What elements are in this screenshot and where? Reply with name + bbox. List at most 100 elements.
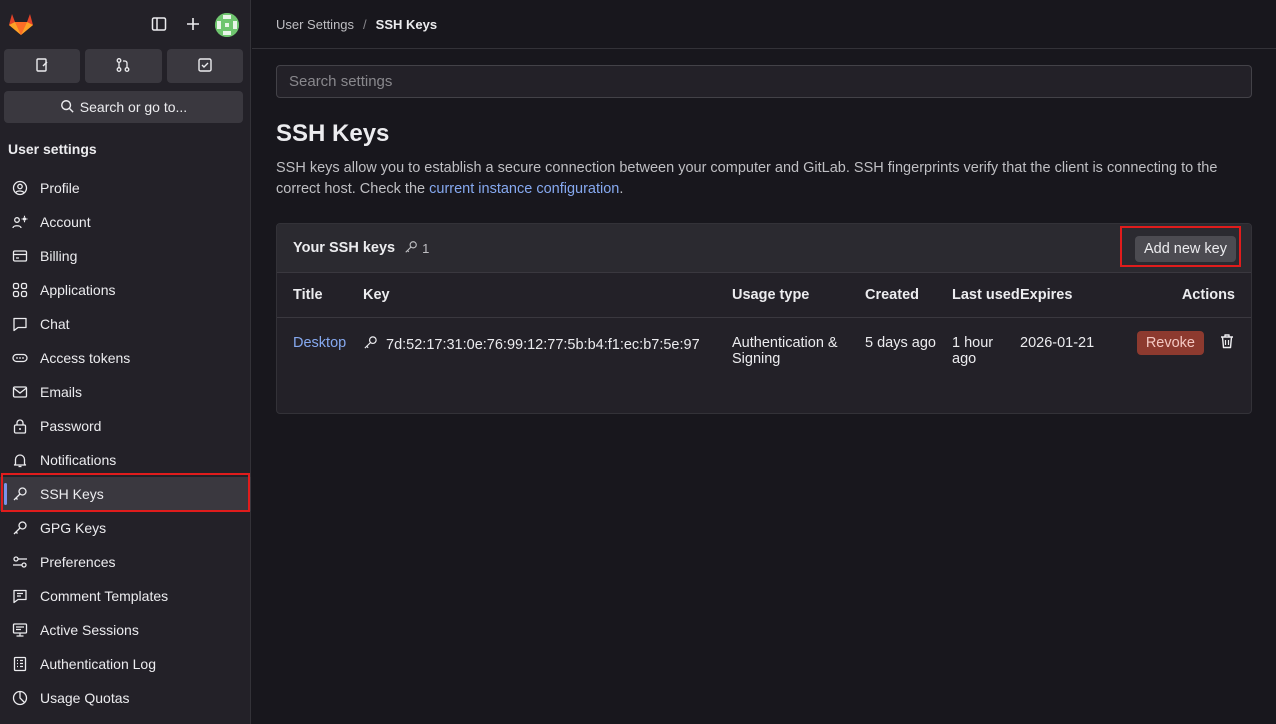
plus-icon[interactable] (183, 14, 203, 34)
sidebar-item-usage-quotas[interactable]: Usage Quotas (0, 681, 251, 715)
sidebar-item-label: Profile (40, 180, 80, 196)
search-settings-input[interactable]: Search settings (276, 65, 1252, 98)
sidebar-item-authentication-log[interactable]: Authentication Log (0, 647, 251, 681)
sidebar-item-ssh-keys[interactable]: SSH Keys (0, 477, 251, 511)
key-last-used: 1 hour ago (952, 335, 994, 367)
page-title: SSH Keys (276, 120, 390, 147)
sidebar-item-comment-templates[interactable]: Comment Templates (0, 579, 251, 613)
key-count: 1 (404, 240, 429, 257)
sidebar-item-preferences[interactable]: Preferences (0, 545, 251, 579)
key-actions: Revoke (1111, 318, 1251, 381)
quota-icon (12, 690, 28, 706)
key-icon (12, 486, 28, 502)
page-description: SSH keys allow you to establish a secure… (276, 158, 1261, 200)
monitor-icon (12, 622, 28, 638)
billing-icon (12, 248, 28, 264)
key-created: 5 days ago (865, 335, 936, 351)
column-header-usage-type: Usage type (732, 273, 865, 318)
key-expires: 2026-01-21 (1020, 335, 1095, 351)
sidebar-item-applications[interactable]: Applications (0, 273, 251, 307)
column-header-created: Created (865, 273, 952, 318)
key-title-link[interactable]: Desktop (293, 335, 346, 351)
column-header-key: Key (363, 273, 732, 318)
avatar[interactable] (215, 13, 239, 37)
sidebar-item-label: Emails (40, 384, 83, 400)
sidebar-item-label: SSH Keys (40, 486, 104, 502)
key-fingerprint: 7d:52:17:31:0e:76:99:12:77:5b:b4:f1:ec:b… (386, 336, 700, 353)
email-icon (12, 384, 28, 400)
sidebar-item-label: Active Sessions (40, 622, 139, 638)
issues-icon (34, 57, 50, 76)
key-title: Desktop (277, 318, 363, 381)
token-icon (12, 350, 28, 366)
sidebar-item-password[interactable]: Password (0, 409, 251, 443)
sidebar-item-billing[interactable]: Billing (0, 239, 251, 273)
key-icon (363, 335, 378, 354)
breadcrumb-user-settings[interactable]: User Settings (276, 17, 354, 32)
sidebar-item-chat[interactable]: Chat (0, 307, 251, 341)
column-header-expires: Expires (1020, 273, 1111, 318)
sidebar-item-label: Notifications (40, 452, 117, 468)
account-icon (12, 214, 28, 230)
sidebar-item-active-sessions[interactable]: Active Sessions (0, 613, 251, 647)
sidebar-item-label: Access tokens (40, 350, 131, 366)
revoke-button[interactable]: Revoke (1136, 331, 1204, 355)
sidebar-item-label: Usage Quotas (40, 690, 130, 706)
toggle-sidebar-icon[interactable] (149, 14, 169, 34)
sidebar-item-access-tokens[interactable]: Access tokens (0, 341, 251, 375)
log-icon (12, 656, 28, 672)
sidebar-item-notifications[interactable]: Notifications (0, 443, 251, 477)
sidebar-item-label: Chat (40, 316, 70, 332)
instance-configuration-link[interactable]: current instance configuration (429, 181, 619, 197)
sidebar-section-title: User settings (8, 141, 97, 157)
issues-button[interactable] (4, 49, 81, 83)
card-header: Your SSH keys 1 Add new key (277, 224, 1251, 273)
search-or-go-button[interactable]: Search or go to... (4, 91, 243, 123)
column-header-actions: Actions (1111, 273, 1251, 318)
chat-icon (12, 316, 28, 332)
breadcrumb-current[interactable]: SSH Keys (376, 17, 437, 32)
sidebar-item-label: Billing (40, 248, 78, 264)
sidebar-item-emails[interactable]: Emails (0, 375, 251, 409)
table-header-row: Title Key Usage type Created Last used E… (277, 273, 1251, 318)
card-title: Your SSH keys (293, 240, 396, 256)
sidebar-item-label: GPG Keys (40, 520, 107, 536)
bell-icon (12, 452, 28, 468)
sidebar-item-label: Comment Templates (40, 588, 169, 604)
key-fingerprint-cell: 7d:52:17:31:0e:76:99:12:77:5b:b4:f1:ec:b… (363, 318, 732, 381)
search-icon (60, 99, 74, 116)
description-end: . (619, 181, 624, 197)
sidebar-item-gpg-keys[interactable]: GPG Keys (0, 511, 251, 545)
breadcrumb-separator: / (363, 16, 367, 32)
sidebar-item-label: Applications (40, 282, 116, 298)
breadcrumb: User Settings / SSH Keys (252, 0, 1276, 49)
key-count-value: 1 (422, 240, 430, 256)
sidebar-nav: Profile Account Billing Applications Cha… (0, 171, 251, 715)
add-new-key-button[interactable]: Add new key (1134, 236, 1236, 262)
merge-requests-button[interactable] (85, 49, 162, 83)
applications-icon (12, 282, 28, 298)
comment-icon (12, 588, 28, 604)
ssh-keys-table: Title Key Usage type Created Last used E… (277, 273, 1251, 380)
gitlab-logo-icon[interactable] (8, 12, 34, 36)
sidebar-item-profile[interactable]: Profile (0, 171, 251, 205)
sidebar-item-label: Password (40, 418, 102, 434)
sidebar-item-label: Preferences (40, 554, 116, 570)
sidebar-item-account[interactable]: Account (0, 205, 251, 239)
sidebar-item-label: Authentication Log (40, 656, 156, 672)
sidebar: Search or go to... User settings Profile… (0, 0, 251, 724)
key-icon (404, 240, 418, 257)
key-icon (12, 520, 28, 536)
todos-button[interactable] (166, 49, 243, 83)
ssh-keys-card: Your SSH keys 1 Add new key Title Key Us… (276, 223, 1252, 414)
quick-actions (4, 49, 243, 83)
merge-request-icon (115, 57, 131, 76)
trash-icon[interactable] (1219, 333, 1235, 353)
todo-icon (197, 57, 213, 76)
table-row: Desktop 7d:52:17:31:0e:76:99:12:77:5b:b4… (277, 318, 1251, 381)
description-text: SSH keys allow you to establish a secure… (276, 160, 1218, 197)
sidebar-item-label: Account (40, 214, 91, 230)
profile-icon (12, 180, 28, 196)
column-header-last-used: Last used (952, 273, 1020, 318)
key-usage-type: Authentication & Signing (732, 335, 838, 367)
